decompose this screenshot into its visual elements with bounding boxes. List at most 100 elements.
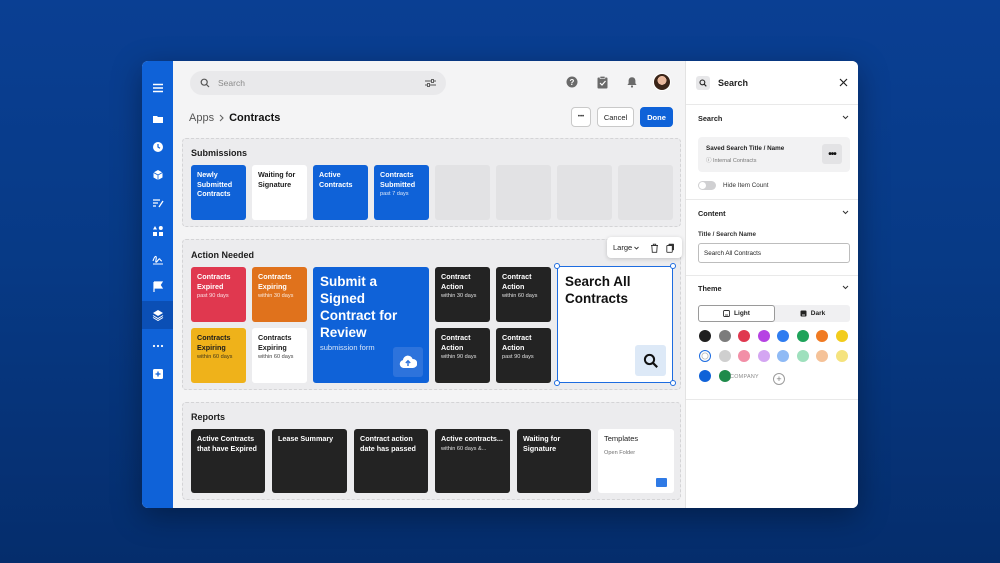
signature-icon[interactable] (142, 245, 173, 273)
submissions-title: Submissions (191, 148, 248, 158)
resize-handle[interactable] (554, 263, 560, 269)
shapes-icon[interactable] (142, 217, 173, 245)
flag-icon[interactable] (142, 273, 173, 301)
tile-label: Active Contracts that have Expired (197, 434, 257, 453)
report-tile[interactable]: Waiting for Signature (517, 429, 591, 493)
color-swatch[interactable] (835, 330, 848, 342)
filter-icon[interactable] (425, 78, 436, 88)
submission-tile[interactable]: Waiting for Signature (252, 165, 307, 220)
color-swatch[interactable] (816, 350, 828, 362)
action-tile[interactable]: Contracts Expiring within 60 days (191, 328, 246, 383)
size-dropdown[interactable]: Large (613, 243, 632, 252)
avatar[interactable] (653, 73, 671, 91)
color-swatch[interactable] (835, 350, 848, 362)
company-color-label: COMPANY (730, 374, 759, 380)
action-needed-section: Action Needed Contracts Expired past 90 … (182, 239, 681, 390)
hide-item-count-toggle[interactable] (698, 181, 716, 190)
light-theme-button[interactable]: Light (698, 305, 775, 322)
color-swatch[interactable] (796, 330, 809, 342)
chevron-down-icon[interactable] (842, 209, 849, 216)
chevron-down-icon[interactable] (842, 114, 849, 121)
form-icon[interactable] (142, 189, 173, 217)
add-widget-icon[interactable] (142, 360, 173, 388)
dark-action-tile[interactable]: Contract Action within 90 days (435, 328, 490, 383)
more-icon[interactable] (142, 332, 173, 360)
clock-icon[interactable] (142, 133, 173, 161)
color-swatch[interactable] (699, 330, 711, 342)
color-swatch[interactable] (738, 350, 750, 362)
color-swatch[interactable] (757, 330, 770, 342)
color-swatch[interactable] (718, 330, 731, 342)
cancel-button[interactable]: Cancel (597, 107, 634, 127)
tile-sub: within 60 days (197, 354, 233, 361)
empty-slot[interactable] (557, 165, 612, 220)
color-swatch[interactable] (777, 350, 789, 362)
saved-search-title: Saved Search Title / Name (706, 145, 785, 152)
done-button[interactable]: Done (640, 107, 673, 127)
tile-label: Newly Submitted Contracts (197, 170, 233, 199)
color-swatch[interactable] (699, 370, 711, 382)
duplicate-icon[interactable] (666, 243, 675, 253)
color-swatch[interactable] (738, 330, 750, 342)
color-swatch[interactable] (718, 370, 731, 382)
trash-icon[interactable] (650, 243, 659, 253)
submit-contract-tile[interactable]: Submit a Signed Contract for Review subm… (313, 267, 429, 383)
tasks-icon[interactable] (593, 73, 611, 91)
tile-label: Contract Action (441, 333, 471, 352)
color-swatch[interactable] (699, 350, 711, 362)
dark-action-tile[interactable]: Contract Action past 90 days (496, 328, 551, 383)
chevron-down-icon[interactable] (842, 284, 849, 291)
empty-slot[interactable] (496, 165, 551, 220)
tile-label: Contracts Expired (197, 272, 231, 291)
tile-sub: past 90 days (502, 354, 534, 361)
dark-theme-button[interactable]: Dark (775, 305, 850, 322)
search-all-contracts-tile[interactable]: Search All Contracts (557, 266, 673, 383)
saved-search-card[interactable]: Saved Search Title / Name ⓘ Internal Con… (698, 137, 850, 172)
submission-tile[interactable]: Newly Submitted Contracts (191, 165, 246, 220)
tile-label: Contracts Submitted (380, 170, 416, 189)
breadcrumb-parent[interactable]: Apps (189, 112, 214, 124)
resize-handle[interactable] (670, 380, 676, 386)
close-icon[interactable] (839, 78, 848, 87)
report-tile[interactable]: Contract action date has passed (354, 429, 428, 493)
resize-handle[interactable] (554, 380, 560, 386)
bell-icon[interactable] (623, 73, 641, 91)
tile-sub: past 7 days (380, 191, 409, 198)
theme-section: Theme Light Dark COMPANY + (686, 276, 858, 400)
empty-slot[interactable] (618, 165, 673, 220)
search-icon[interactable] (635, 345, 666, 376)
report-tile[interactable]: Active Contracts that have Expired (191, 429, 265, 493)
folder-icon[interactable] (142, 105, 173, 133)
search-bar[interactable]: Search (190, 71, 446, 95)
color-swatch[interactable] (796, 350, 809, 362)
dark-action-tile[interactable]: Contract Action within 60 days (496, 267, 551, 322)
action-tile[interactable]: Contracts Expired past 90 days (191, 267, 246, 322)
add-color-button[interactable]: + (773, 373, 785, 385)
help-icon[interactable]: ? (563, 73, 581, 91)
cube-icon[interactable] (142, 161, 173, 189)
saved-search-more-button[interactable]: ••• (822, 144, 842, 164)
saved-search-source: ⓘ Internal Contracts (706, 158, 757, 164)
report-tile[interactable]: Active contracts... within 60 days &... (435, 429, 510, 493)
color-swatch[interactable] (757, 350, 770, 362)
empty-slot[interactable] (435, 165, 490, 220)
color-swatch[interactable] (777, 330, 789, 342)
color-swatch[interactable] (816, 330, 828, 342)
dark-action-tile[interactable]: Contract Action within 30 days (435, 267, 490, 322)
upload-icon[interactable] (393, 347, 423, 377)
title-field[interactable] (698, 243, 850, 263)
submission-tile[interactable]: Active Contracts (313, 165, 368, 220)
color-swatch[interactable] (718, 350, 731, 362)
action-tile[interactable]: Contracts Expiring within 30 days (252, 267, 307, 322)
submission-tile[interactable]: Contracts Submitted past 7 days (374, 165, 429, 220)
search-icon (696, 75, 710, 90)
menu-icon[interactable] (142, 74, 173, 102)
resize-handle[interactable] (670, 263, 676, 269)
templates-tile[interactable]: Templates Open Folder (598, 429, 674, 493)
svg-text:?: ? (570, 78, 575, 87)
action-tile[interactable]: Contracts Expiring within 60 days (252, 328, 307, 383)
report-tile[interactable]: Lease Summary (272, 429, 347, 493)
search-input[interactable]: Search (218, 78, 417, 88)
layers-icon[interactable] (142, 301, 173, 329)
more-options-button[interactable]: ••• (571, 107, 591, 127)
